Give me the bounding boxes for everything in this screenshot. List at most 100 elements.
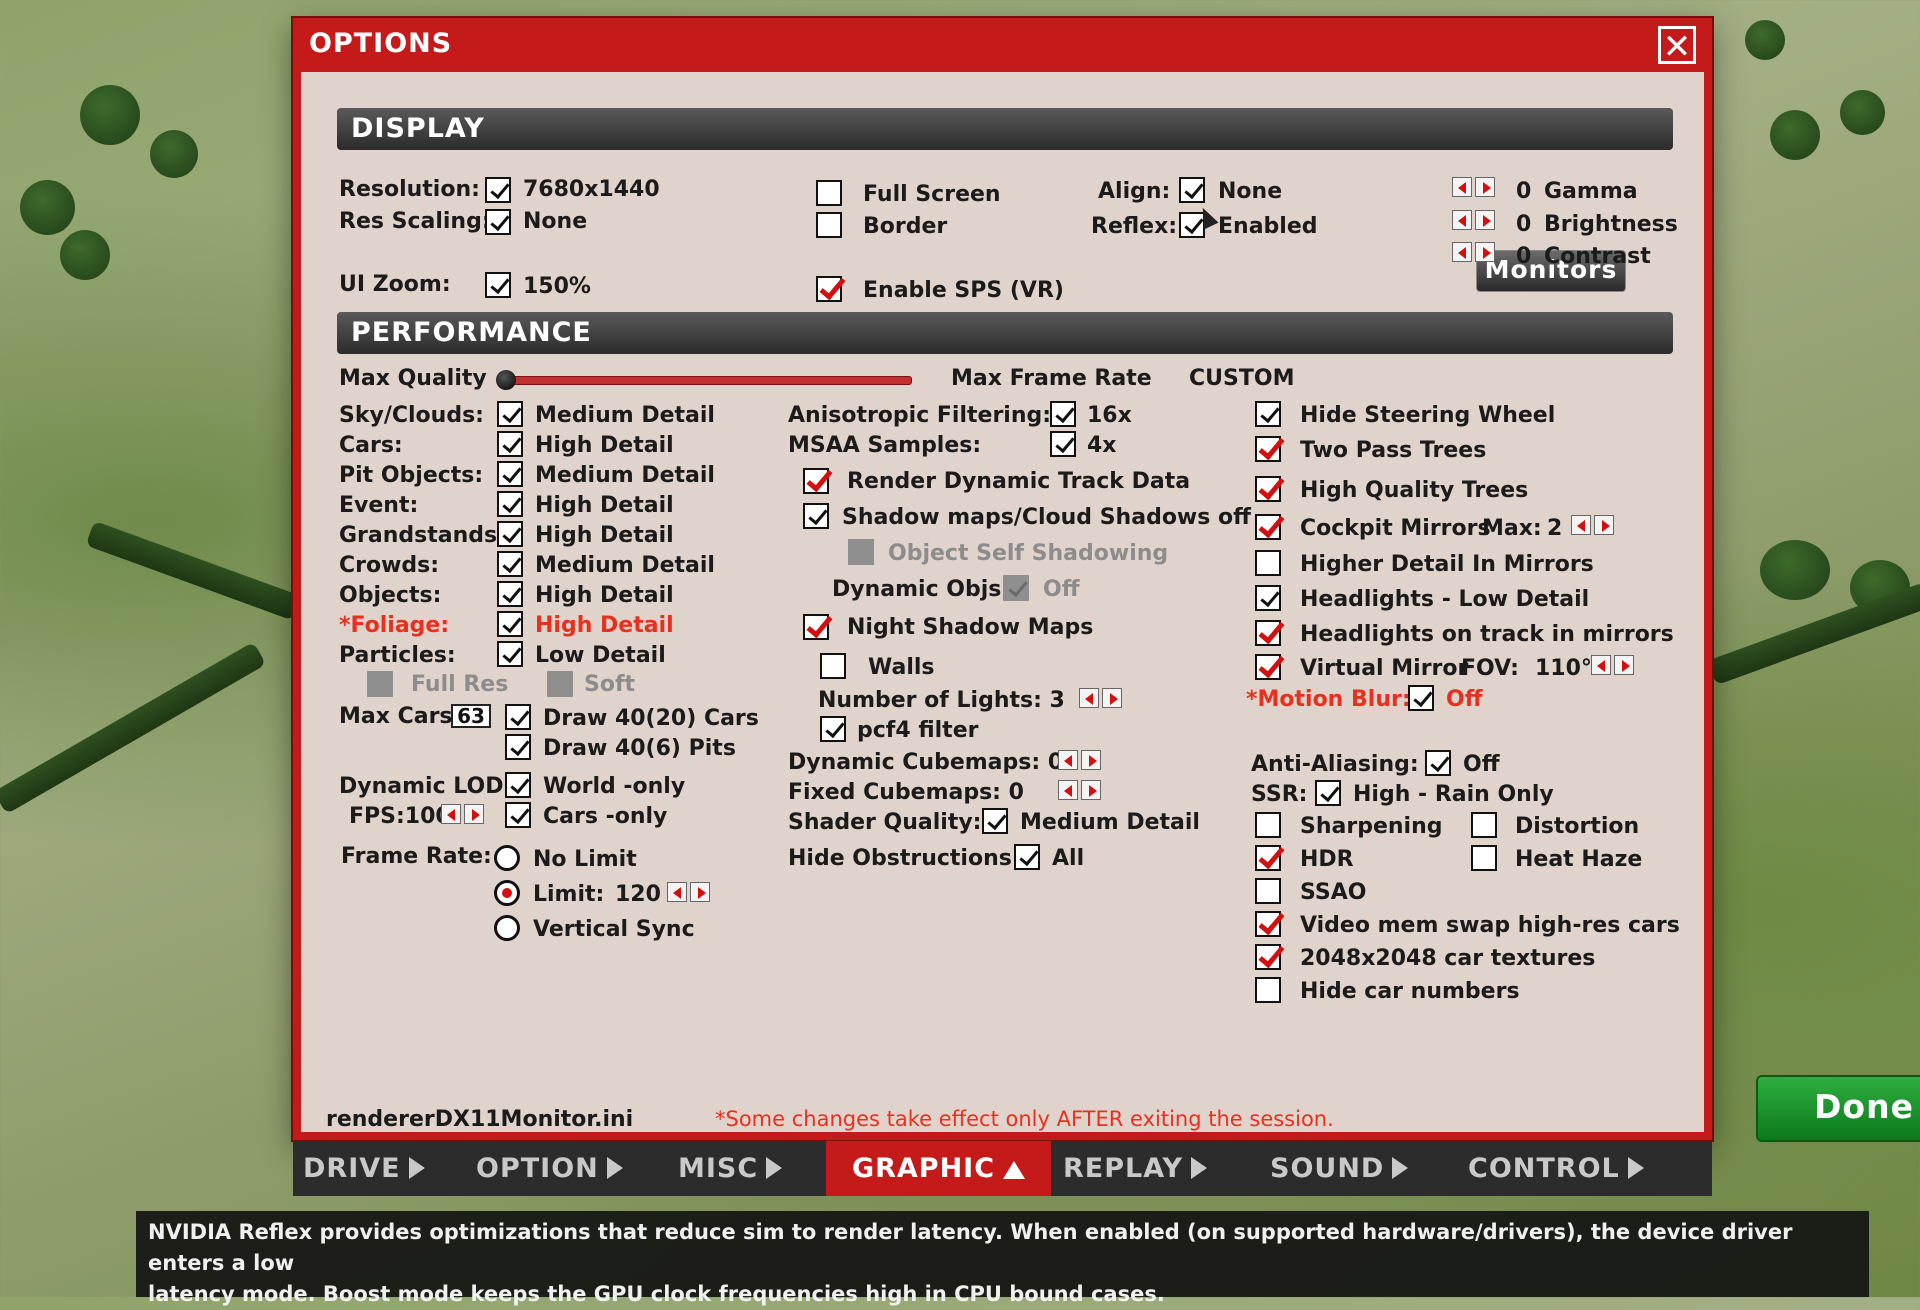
mirrors-increase-arrow-icon[interactable]: [1594, 515, 1614, 535]
tab-drive[interactable]: DRIVE: [303, 1141, 443, 1196]
pcf4-checkbox[interactable]: [820, 716, 846, 742]
self-shadow-checkbox[interactable]: [848, 539, 874, 565]
limit-decrease-arrow-icon[interactable]: [667, 882, 687, 902]
motion-blur-checkbox[interactable]: [1408, 685, 1434, 711]
max-cars-input[interactable]: 63: [451, 704, 491, 728]
tab-misc[interactable]: MISC: [678, 1141, 803, 1196]
brightness-increase-arrow-icon[interactable]: [1475, 210, 1495, 230]
render-dynamic-checkbox[interactable]: [803, 468, 829, 494]
done-button[interactable]: Done: [1756, 1075, 1920, 1142]
distortion-checkbox[interactable]: [1471, 812, 1497, 838]
hide-numbers-checkbox[interactable]: [1255, 977, 1281, 1003]
gamma-increase-arrow-icon[interactable]: [1475, 177, 1495, 197]
detail-row-checkbox[interactable]: [497, 401, 523, 427]
msaa-label: MSAA Samples:: [788, 433, 982, 458]
detail-row-checkbox[interactable]: [497, 431, 523, 457]
cars-only-checkbox[interactable]: [505, 802, 531, 828]
resolution-checkbox[interactable]: [485, 177, 511, 203]
fixed-cubemaps-decrease-arrow-icon[interactable]: [1058, 780, 1078, 800]
no-limit-radio[interactable]: [494, 845, 520, 871]
detail-row-checkbox[interactable]: [497, 611, 523, 637]
vsync-radio[interactable]: [494, 915, 520, 941]
aniso-checkbox[interactable]: [1050, 401, 1076, 427]
play-arrow-icon: [1191, 1157, 1208, 1179]
headlights-track-checkbox[interactable]: [1255, 620, 1281, 646]
sps-checkbox[interactable]: [816, 276, 842, 302]
headlights-low-checkbox[interactable]: [1255, 585, 1281, 611]
two-pass-checkbox[interactable]: [1255, 436, 1281, 462]
heat-haze-checkbox[interactable]: [1471, 845, 1497, 871]
tab-replay[interactable]: REPLAY: [1063, 1141, 1243, 1196]
lights-decrease-arrow-icon[interactable]: [1079, 688, 1099, 708]
fixed-cubemaps-increase-arrow-icon[interactable]: [1081, 780, 1101, 800]
detail-row-value: Medium Detail: [535, 553, 715, 578]
fps-decrease-arrow-icon[interactable]: [441, 804, 461, 824]
textures-checkbox[interactable]: [1255, 944, 1281, 970]
mirrors-max-label: Max:: [1482, 516, 1542, 541]
contrast-increase-arrow-icon[interactable]: [1475, 242, 1495, 262]
anti-aliasing-value: Off: [1463, 752, 1500, 777]
detail-row-label: Event:: [339, 493, 419, 518]
full-res-checkbox[interactable]: [367, 671, 393, 697]
contrast-arrows: [1452, 242, 1495, 262]
shadow-maps-checkbox[interactable]: [803, 503, 829, 529]
hide-obstructions-checkbox[interactable]: [1014, 844, 1040, 870]
detail-row-value: High Detail: [535, 613, 674, 638]
full-screen-checkbox[interactable]: [816, 180, 842, 206]
msaa-checkbox[interactable]: [1050, 431, 1076, 457]
contrast-decrease-arrow-icon[interactable]: [1452, 242, 1472, 262]
detail-row-checkbox[interactable]: [497, 521, 523, 547]
detail-row-checkbox[interactable]: [497, 581, 523, 607]
higher-detail-mirrors-checkbox[interactable]: [1255, 550, 1281, 576]
tab-control[interactable]: CONTROL: [1468, 1141, 1688, 1196]
ui-zoom-checkbox[interactable]: [485, 272, 511, 298]
limit-increase-arrow-icon[interactable]: [690, 882, 710, 902]
quality-slider[interactable]: [496, 370, 916, 390]
brightness-decrease-arrow-icon[interactable]: [1452, 210, 1472, 230]
hide-steering-checkbox[interactable]: [1255, 401, 1281, 427]
close-icon[interactable]: ✕: [1658, 26, 1696, 65]
fov-increase-arrow-icon[interactable]: [1614, 655, 1634, 675]
align-checkbox[interactable]: [1179, 177, 1205, 203]
res-scaling-checkbox[interactable]: [485, 209, 511, 235]
gamma-decrease-arrow-icon[interactable]: [1452, 177, 1472, 197]
fov-decrease-arrow-icon[interactable]: [1591, 655, 1611, 675]
anti-aliasing-checkbox[interactable]: [1425, 750, 1451, 776]
world-only-checkbox[interactable]: [505, 772, 531, 798]
hq-trees-checkbox[interactable]: [1255, 476, 1281, 502]
detail-row-checkbox[interactable]: [497, 491, 523, 517]
draw-pits-checkbox[interactable]: [505, 734, 531, 760]
tree-icon: [1745, 20, 1785, 60]
sharpening-checkbox[interactable]: [1255, 812, 1281, 838]
walls-checkbox[interactable]: [820, 653, 846, 679]
tab-option[interactable]: OPTION: [476, 1141, 646, 1196]
draw-cars-checkbox[interactable]: [505, 704, 531, 730]
border-checkbox[interactable]: [816, 212, 842, 238]
detail-row-value: Medium Detail: [535, 463, 715, 488]
options-window: OPTIONS ✕ DISPLAY Resolution: 7680x1440 …: [293, 18, 1920, 1142]
virtual-mirror-checkbox[interactable]: [1255, 654, 1281, 680]
soft-checkbox[interactable]: [547, 671, 573, 697]
ssr-checkbox[interactable]: [1315, 780, 1341, 806]
tab-graphic[interactable]: GRAPHIC: [826, 1141, 1051, 1196]
video-mem-checkbox[interactable]: [1255, 911, 1281, 937]
detail-row-value: Medium Detail: [535, 403, 715, 428]
dyn-cubemaps-increase-arrow-icon[interactable]: [1081, 750, 1101, 770]
night-shadow-checkbox[interactable]: [803, 614, 829, 640]
ssao-checkbox[interactable]: [1255, 878, 1281, 904]
detail-row-checkbox[interactable]: [497, 461, 523, 487]
cockpit-mirrors-checkbox[interactable]: [1255, 514, 1281, 540]
dynamic-objs-checkbox[interactable]: [1003, 575, 1029, 601]
tab-label: REPLAY: [1063, 1153, 1184, 1184]
hdr-checkbox[interactable]: [1255, 845, 1281, 871]
slider-knob[interactable]: [496, 370, 516, 390]
detail-row-checkbox[interactable]: [497, 641, 523, 667]
fps-increase-arrow-icon[interactable]: [464, 804, 484, 824]
mirrors-decrease-arrow-icon[interactable]: [1571, 515, 1591, 535]
lights-increase-arrow-icon[interactable]: [1102, 688, 1122, 708]
detail-row-checkbox[interactable]: [497, 551, 523, 577]
dyn-cubemaps-decrease-arrow-icon[interactable]: [1058, 750, 1078, 770]
limit-radio[interactable]: [494, 880, 520, 906]
tab-sound[interactable]: SOUND: [1270, 1141, 1440, 1196]
shader-quality-checkbox[interactable]: [982, 808, 1008, 834]
